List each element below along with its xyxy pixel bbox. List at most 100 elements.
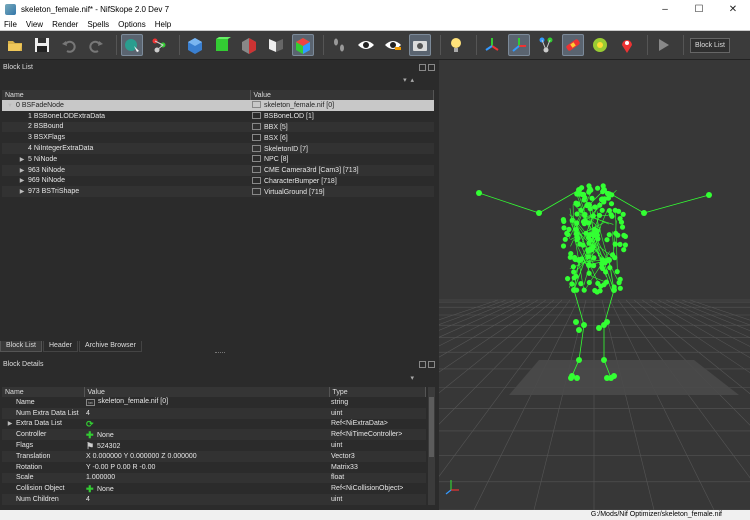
detail-value: Y -0.00 P 0.00 R -0.00 [86,463,156,471]
lightbulb-icon[interactable] [445,34,467,56]
screenshot-icon[interactable] [409,34,431,56]
details-scrollbar[interactable] [428,387,435,505]
detail-value-cell[interactable]: txt skeleton_female.nif [0] [84,397,329,408]
detail-value-cell[interactable]: ✚ None [84,429,329,441]
detail-value-cell[interactable]: 1.000000 [84,472,329,484]
block-list-row[interactable]: ▼ 0 BSFadeNode skeleton_female.nif [0] [2,100,434,111]
detail-value-cell[interactable]: ⟳ [84,419,329,430]
bone-joint [568,251,574,257]
col-value[interactable]: Value [250,90,434,100]
expand-arrow-icon[interactable]: ▶ [16,156,28,163]
cube-color-icon[interactable] [292,34,314,56]
detail-row[interactable]: ▶ Extra Data List ⟳ Ref<NiExtraData> [2,419,426,430]
block-list-row[interactable]: 1 BSBoneLODExtraData BSBoneLOD [1] [2,111,434,122]
bone-line [643,194,710,214]
cube-green-icon[interactable] [211,34,233,56]
sort-arrow-icon[interactable]: ▾ [410,374,414,382]
skeleton-axes-icon[interactable] [508,34,530,56]
menu-file[interactable]: File [4,20,17,29]
block-list-row[interactable]: ▶ 969 NiNode CharacterBumper [718] [2,176,434,187]
col-type[interactable]: Type [329,387,426,397]
block-list-toggle-button[interactable]: Block List [690,37,730,53]
bone-joint [601,187,607,193]
eye-icon[interactable] [355,34,377,56]
detail-value-cell[interactable]: ✚ None [84,483,329,494]
add-link-icon[interactable]: ✚ [86,484,94,493]
detail-row[interactable]: Flags ⚑ 524302 uint [2,440,426,451]
dock-float-icon[interactable] [419,64,426,71]
minimize-button[interactable]: – [648,0,682,18]
detail-row[interactable]: Translation X 0.000000 Y 0.000000 Z 0.000… [2,450,426,462]
detail-name: Collision Object [16,485,65,493]
footprints-icon[interactable] [328,34,350,56]
eye-edit-icon[interactable] [382,34,404,56]
bone-joint [597,288,603,294]
menu-render[interactable]: Render [52,20,78,29]
cube-red-icon[interactable] [238,34,260,56]
save-icon[interactable] [31,34,53,56]
pane-splitter[interactable] [215,352,225,354]
detail-value-cell[interactable]: Y -0.00 P 0.00 R -0.00 [84,462,329,473]
flip-icon[interactable] [265,34,287,56]
link-array-icon[interactable]: ⟳ [86,419,94,428]
col-name[interactable]: Name [2,90,251,100]
expand-arrow-icon[interactable]: ▶ [4,420,16,427]
sort-arrow-icon[interactable]: ▾ ▴ [403,76,414,84]
detail-type: uint [329,494,426,505]
block-list-row[interactable]: ▶ 963 NiNode CME Camera3rd [Cam3] [713] [2,164,434,176]
dock-close-icon[interactable] [428,64,435,71]
detail-value-cell[interactable]: X 0.000000 Y 0.000000 Z 0.000000 [84,450,329,462]
detail-row[interactable]: Collision Object ✚ None Ref<NiCollisionObje… [2,483,426,494]
detail-row[interactable]: Num Children 4 uint [2,494,426,505]
detail-row[interactable]: Num Extra Data List 4 uint [2,407,426,419]
col-name[interactable]: Name [2,387,85,397]
detail-type: Vector3 [329,450,426,462]
expand-arrow-icon[interactable]: ▼ [4,103,16,109]
flags-icon[interactable]: ⚑ [86,441,94,450]
lighting-icon[interactable] [589,34,611,56]
menu-spells[interactable]: Spells [87,20,109,29]
block-value: NPC [8] [264,156,289,164]
block-list-row[interactable]: ▶ 973 BSTriShape VirtualGround [719] [2,186,434,198]
add-link-icon[interactable]: ✚ [86,430,94,439]
col-value[interactable]: Value [84,387,330,397]
detail-value-cell[interactable]: ⚑ 524302 [84,440,329,451]
detail-row[interactable]: Rotation Y -0.00 P 0.00 R -0.00 Matrix33 [2,462,426,473]
dock-float-icon[interactable] [419,361,426,368]
detail-row[interactable]: Controller ✚ None Ref<NiTimeController> [2,429,426,441]
expand-arrow-icon[interactable]: ▶ [16,188,28,195]
block-list-row[interactable]: 2 BSBound BBX [5] [2,121,434,133]
play-icon[interactable] [652,34,674,56]
close-button[interactable]: ✕ [716,0,750,18]
block-list-row[interactable]: 3 BSXFlags BSX [6] [2,132,434,143]
redo-icon[interactable] [85,34,107,56]
render-viewport[interactable] [439,60,750,510]
select-mode-icon[interactable] [121,34,143,56]
cube-blue-icon[interactable] [184,34,206,56]
detail-value-cell[interactable]: 4 [84,494,329,505]
menu-options[interactable]: Options [118,20,146,29]
expand-arrow-icon[interactable]: ▶ [16,177,28,184]
axes-icon[interactable] [481,34,503,56]
undo-icon[interactable] [58,34,80,56]
skeleton-render[interactable] [439,60,750,510]
maximize-button[interactable]: ☐ [682,0,716,18]
open-icon[interactable] [4,34,26,56]
tab-block-list[interactable]: Block List [0,341,42,352]
block-list-row[interactable]: ▶ 5 NiNode NPC [8] [2,154,434,165]
detail-type: Ref<NiExtraData> [331,420,388,428]
dock-close-icon[interactable] [428,361,435,368]
block-list-row[interactable]: 4 NiIntegerExtraData SkeletonID [7] [2,143,434,154]
tab-header[interactable]: Header [42,341,78,352]
menu-help[interactable]: Help [155,20,171,29]
texture-icon[interactable] [562,34,584,56]
expand-arrow-icon[interactable]: ▶ [16,167,28,174]
transform-icon[interactable] [148,34,170,56]
menu-view[interactable]: View [26,20,43,29]
nodes-icon[interactable] [535,34,557,56]
detail-row[interactable]: Scale 1.000000 float [2,472,426,484]
tab-archive-browser[interactable]: Archive Browser [78,341,142,352]
detail-value-cell[interactable]: 4 [84,407,329,419]
location-icon[interactable] [616,34,638,56]
detail-row[interactable]: Name txt skeleton_female.nif [0] string [2,397,426,408]
